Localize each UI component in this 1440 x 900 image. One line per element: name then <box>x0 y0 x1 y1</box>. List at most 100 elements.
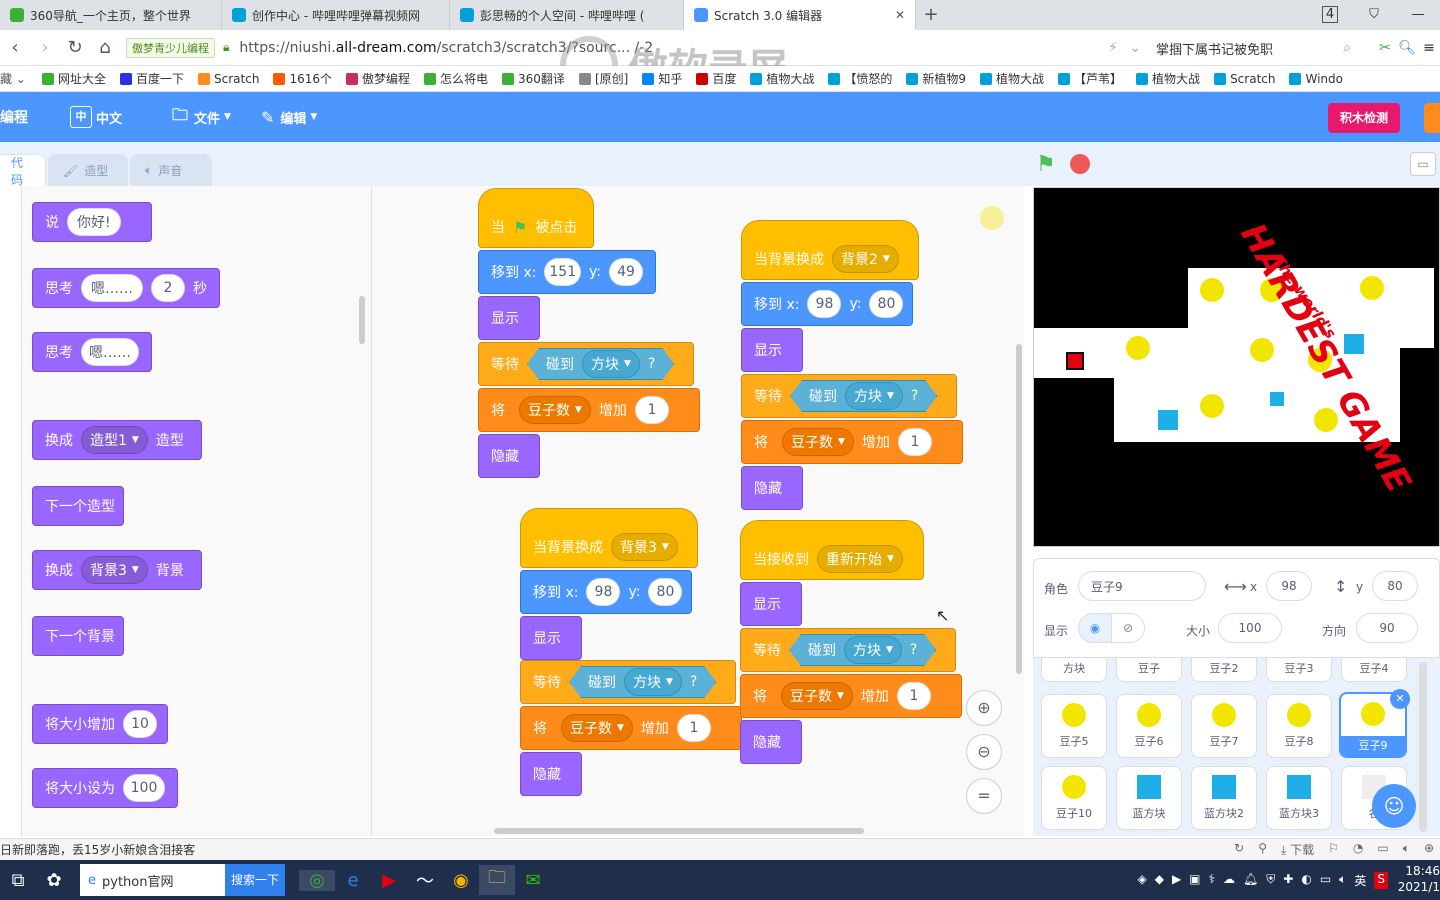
wait-until-block[interactable]: 等待 碰到 方块 ▼? <box>520 660 736 704</box>
stage-layout-icon[interactable]: ▭ <box>1410 152 1436 176</box>
taskbar-search-button[interactable]: 搜索一下 <box>225 864 286 896</box>
sprite-card[interactable]: 豆子10 <box>1041 766 1107 830</box>
say-block[interactable]: 说你好! <box>32 202 152 242</box>
shield-icon[interactable]: ⛨ <box>1266 872 1275 889</box>
browser-tab-scratch[interactable]: Scratch 3.0 编辑器 ✕ <box>684 0 916 30</box>
hide-block[interactable]: 隐藏 <box>520 752 582 796</box>
360-browser-icon[interactable]: ◎ <box>299 869 336 891</box>
video-app-icon[interactable]: ▶ <box>371 870 407 891</box>
speaker-icon[interactable]: 🔈︎ <box>1403 841 1410 858</box>
next-costume-block[interactable]: 下一个造型 <box>32 486 124 526</box>
taskbar-browser-item[interactable]: e python官网 <box>80 864 225 896</box>
show-block[interactable]: 显示 <box>478 296 540 340</box>
wechat-icon[interactable]: ✉ <box>515 870 551 891</box>
volume-icon[interactable]: 🔈︎ <box>1339 872 1346 889</box>
pin-icon[interactable]: ⚲ <box>1258 841 1267 858</box>
think-secs-block[interactable]: 思考 嗯…… 2 秒 <box>32 268 220 308</box>
ie-browser-icon[interactable]: e <box>335 870 371 891</box>
wait-until-block[interactable]: 等待 碰到 方块 ▼? <box>740 628 956 672</box>
code-workspace[interactable]: 当 ⚑ 被点击 移到 x: 151 y: 49 显示 等待 碰到 方块 ▼? 将豆子数 ▼ 增加 1 … <box>372 186 1024 836</box>
new-tab-button[interactable]: + <box>916 0 946 30</box>
when-receive-block[interactable]: 当接收到 重新开始 ▼ <box>740 520 924 580</box>
sprite-card[interactable]: 蓝方块3 <box>1266 766 1332 830</box>
variable-dropdown[interactable]: 豆子数 ▼ <box>519 396 591 424</box>
bookmark-item[interactable]: 百度 <box>696 70 736 87</box>
bookmark-item[interactable]: 植物大战 <box>750 70 814 87</box>
folder-icon[interactable]: 🗀︎ <box>479 865 516 895</box>
sprite-card[interactable]: 豆子5 <box>1041 694 1107 758</box>
stop-icon[interactable] <box>1070 154 1090 174</box>
touching-dropdown[interactable]: 方块 ▼ <box>582 350 640 378</box>
bookmark-item[interactable]: 1616个 <box>273 70 332 87</box>
sprite-card[interactable]: 方块 <box>1041 658 1107 682</box>
hide-block[interactable]: 隐藏 <box>741 466 803 510</box>
tray-icon[interactable]: ☁ <box>1223 872 1235 889</box>
tab-code[interactable]: 代码 <box>0 154 46 187</box>
bookmark-item[interactable]: Windo <box>1289 72 1343 86</box>
change-variable-block[interactable]: 将豆子数 ▼ 增加 1 <box>741 420 963 464</box>
tray-icon[interactable]: ◆ <box>1155 872 1164 889</box>
when-flag-clicked-block[interactable]: 当 ⚑ 被点击 <box>478 188 594 248</box>
ime-indicator[interactable]: 英 <box>1354 872 1366 889</box>
touching-condition[interactable]: 碰到 方块 ▼? <box>569 666 716 698</box>
shirt-icon[interactable]: ⛉ <box>1352 0 1396 30</box>
tray-icon[interactable]: ⚕ <box>1209 872 1216 889</box>
touching-dropdown[interactable]: 方块 ▼ <box>845 382 903 410</box>
network-icon[interactable]: ▭ <box>1320 872 1331 889</box>
tray-icon[interactable]: ▶ <box>1172 872 1181 889</box>
costume-dropdown[interactable]: 造型1 ▼ <box>81 426 148 454</box>
size-input[interactable]: 100 <box>1218 613 1282 643</box>
goto-xy-block[interactable]: 移到 x: 98 y: 80 <box>520 570 692 614</box>
sprite-card[interactable]: 豆子2 <box>1191 658 1257 682</box>
refresh-icon[interactable]: ↻ <box>1234 841 1244 858</box>
zoom-in-button[interactable]: ⊕ <box>966 690 1002 726</box>
clock[interactable]: 18:46 2021/1 <box>1396 863 1440 895</box>
message-dropdown[interactable]: 重新开始 ▼ <box>817 545 903 573</box>
sprite-card[interactable]: 豆子 <box>1116 658 1182 682</box>
browser-tab-bilibili-space[interactable]: 彭思畅的个人空间 - 哔哩哔哩 ( <box>450 0 684 30</box>
bookmark-item[interactable]: 植物大战 <box>1136 70 1200 87</box>
sprite-card[interactable]: 蓝方块2 <box>1191 766 1257 830</box>
notification-icon[interactable]: 🔔︎ <box>1243 872 1258 889</box>
back-icon[interactable]: ‹ <box>0 37 30 58</box>
bookmark-item[interactable]: 360翻译 <box>502 70 565 87</box>
reload-icon[interactable]: ↻ <box>60 37 90 58</box>
touching-dropdown[interactable]: 方块 ▼ <box>624 668 682 696</box>
goto-xy-block[interactable]: 移到 x: 151 y: 49 <box>478 250 656 294</box>
switch-costume-block[interactable]: 换成 造型1 ▼ 造型 <box>32 420 202 460</box>
hide-block[interactable]: 隐藏 <box>478 434 540 478</box>
wait-until-block[interactable]: 等待 碰到 方块 ▼? <box>741 374 957 418</box>
tab-sounds[interactable]: 🔈︎ 声音 <box>130 154 212 186</box>
bookmark-item[interactable]: 知乎 <box>642 70 682 87</box>
tab-costumes[interactable]: 🖌︎ 造型 <box>48 154 128 186</box>
x-input[interactable]: 98 <box>1266 571 1312 601</box>
sprite-card[interactable]: 豆子4 <box>1341 658 1407 682</box>
sprite-list-scrollbar[interactable] <box>1419 662 1427 832</box>
search-icon[interactable]: ⌕ <box>1336 40 1358 56</box>
bookmark-item[interactable]: 植物大战 <box>980 70 1044 87</box>
sprite-card[interactable]: 蓝方块 <box>1116 766 1182 830</box>
edit-menu[interactable]: ✎ 编辑 ▼ <box>261 108 317 127</box>
windmill-icon[interactable]: ✿ <box>36 870 72 891</box>
workspace-horizontal-scrollbar[interactable] <box>494 828 864 834</box>
show-block[interactable]: 显示 <box>520 616 582 660</box>
show-visible-button[interactable]: ◉ <box>1078 613 1112 643</box>
chrome-icon[interactable]: ◉ <box>443 870 479 891</box>
when-backdrop-switches-block[interactable]: 当背景换成 背景2 ▼ <box>741 220 919 280</box>
extra-orange-button[interactable] <box>1424 103 1440 133</box>
language-menu[interactable]: 中中文 <box>70 106 122 128</box>
scissors-icon[interactable]: ✂ <box>1374 40 1396 56</box>
bookmark-item[interactable]: 怎么将电 <box>424 70 488 87</box>
search-box[interactable]: 掌掴下属书记被免职 <box>1156 39 1336 58</box>
wait-until-block[interactable]: 等待 碰到 方块 ▼? <box>478 342 694 386</box>
zoom-out-button[interactable]: ⊖ <box>966 734 1002 770</box>
touching-dropdown[interactable]: 方块 ▼ <box>844 636 902 664</box>
app-tray-icon[interactable]: S <box>1374 872 1388 889</box>
think-block[interactable]: 思考 嗯…… <box>32 332 152 372</box>
variable-dropdown[interactable]: 豆子数 ▼ <box>782 428 854 456</box>
menu-icon[interactable]: ≡ <box>1418 40 1440 56</box>
window-icon[interactable]: ▭ <box>1377 841 1388 858</box>
sprite-card[interactable]: 豆子7 <box>1191 694 1257 758</box>
chevron-down-icon[interactable]: ⌄ <box>1124 40 1146 56</box>
tray-icon[interactable]: ◈ <box>1137 872 1146 889</box>
